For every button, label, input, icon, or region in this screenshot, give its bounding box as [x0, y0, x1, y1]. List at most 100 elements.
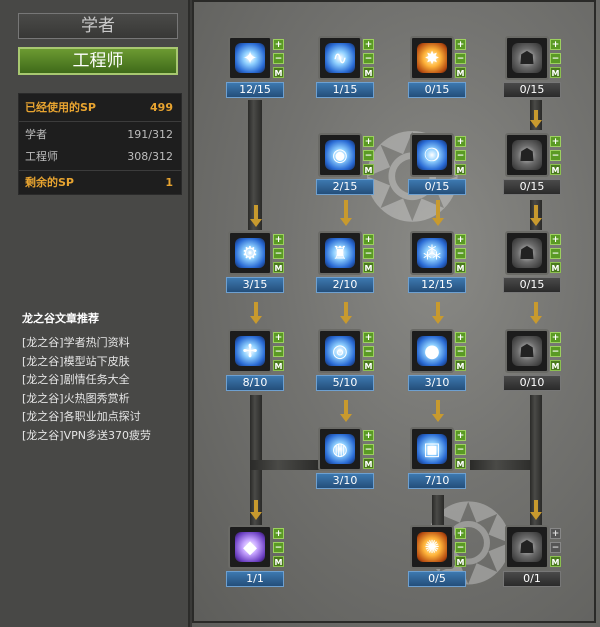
skill-node[interactable]: ● + − M 3/10 [408, 329, 468, 392]
minus-button[interactable]: − [363, 248, 374, 259]
skill-slot[interactable]: ∿ [318, 36, 362, 80]
max-button[interactable]: M [455, 164, 466, 175]
recommend-link[interactable]: [龙之谷]模型站下皮肤 [22, 353, 151, 372]
minus-button[interactable]: − [455, 346, 466, 357]
skill-slot[interactable]: ▣ [410, 427, 454, 471]
minus-button[interactable]: − [273, 53, 284, 64]
recommend-link[interactable]: [龙之谷]各职业加点探讨 [22, 408, 151, 427]
recommend-link[interactable]: [龙之谷]剧情任务大全 [22, 371, 151, 390]
minus-button[interactable]: − [273, 248, 284, 259]
skill-slot[interactable]: ✺ [410, 525, 454, 569]
plus-button[interactable]: + [363, 234, 374, 245]
max-button[interactable]: M [273, 262, 284, 273]
skill-node[interactable]: ☗ + − M 0/1 [503, 525, 563, 588]
max-button[interactable]: M [550, 67, 561, 78]
skill-slot[interactable]: ☗ [505, 231, 549, 275]
max-button[interactable]: M [455, 458, 466, 469]
skill-slot[interactable]: ☗ [505, 525, 549, 569]
skill-node[interactable]: ⚙ + − M 3/15 [226, 231, 286, 294]
minus-button[interactable]: − [455, 150, 466, 161]
skill-slot[interactable]: ☗ [505, 133, 549, 177]
skill-node[interactable]: ✦ + − M 12/15 [226, 36, 286, 99]
plus-button[interactable]: + [273, 528, 284, 539]
skill-node[interactable]: ✺ + − M 0/5 [408, 525, 468, 588]
plus-button[interactable]: + [273, 39, 284, 50]
max-button[interactable]: M [273, 360, 284, 371]
plus-button[interactable]: + [363, 39, 374, 50]
max-button[interactable]: M [363, 67, 374, 78]
plus-button[interactable]: + [550, 39, 561, 50]
skill-slot[interactable]: ● [410, 329, 454, 373]
skill-node[interactable]: ☗ + − M 0/15 [503, 231, 563, 294]
max-button[interactable]: M [363, 262, 374, 273]
skill-slot[interactable]: ❍ [410, 133, 454, 177]
max-button[interactable]: M [455, 262, 466, 273]
max-button[interactable]: M [455, 556, 466, 567]
plus-button[interactable]: + [455, 39, 466, 50]
plus-button[interactable]: + [363, 430, 374, 441]
skill-node[interactable]: ▣ + − M 7/10 [408, 427, 468, 490]
minus-button[interactable]: − [550, 248, 561, 259]
minus-button[interactable]: − [550, 346, 561, 357]
skill-slot[interactable]: ☗ [505, 36, 549, 80]
skill-node[interactable]: ◎ + − M 5/10 [316, 329, 376, 392]
max-button[interactable]: M [455, 67, 466, 78]
recommend-link[interactable]: [龙之谷]学者热门资料 [22, 334, 151, 353]
skill-slot[interactable]: ⁂ [410, 231, 454, 275]
plus-button[interactable]: + [455, 430, 466, 441]
skill-node[interactable]: ☗ + − M 0/15 [503, 36, 563, 99]
max-button[interactable]: M [550, 556, 561, 567]
plus-button[interactable]: + [363, 136, 374, 147]
max-button[interactable]: M [550, 360, 561, 371]
skill-node[interactable]: ⁂ + − M 12/15 [408, 231, 468, 294]
skill-slot[interactable]: ◍ [318, 427, 362, 471]
minus-button[interactable]: − [363, 150, 374, 161]
minus-button[interactable]: − [550, 150, 561, 161]
skill-node[interactable]: ☗ + − M 0/10 [503, 329, 563, 392]
minus-button[interactable]: − [273, 542, 284, 553]
skill-node[interactable]: ◍ + − M 3/10 [316, 427, 376, 490]
max-button[interactable]: M [273, 556, 284, 567]
skill-slot[interactable]: ◉ [318, 133, 362, 177]
max-button[interactable]: M [363, 164, 374, 175]
minus-button[interactable]: − [550, 53, 561, 64]
plus-button[interactable]: + [550, 234, 561, 245]
minus-button[interactable]: − [363, 444, 374, 455]
max-button[interactable]: M [550, 164, 561, 175]
skill-node[interactable]: ◉ + − M 2/15 [316, 133, 376, 196]
minus-button[interactable]: − [550, 542, 561, 553]
minus-button[interactable]: − [455, 444, 466, 455]
skill-slot[interactable]: ✦ [228, 36, 272, 80]
skill-slot[interactable]: ◎ [318, 329, 362, 373]
max-button[interactable]: M [363, 360, 374, 371]
skill-node[interactable]: ♜ + − M 2/10 [316, 231, 376, 294]
skill-node[interactable]: ∿ + − M 1/15 [316, 36, 376, 99]
minus-button[interactable]: − [455, 53, 466, 64]
skill-slot[interactable]: ✸ [410, 36, 454, 80]
recommend-link[interactable]: [龙之谷]VPN多送370疲劳 [22, 427, 151, 446]
skill-node[interactable]: ❍ + − M 0/15 [408, 133, 468, 196]
minus-button[interactable]: − [455, 542, 466, 553]
plus-button[interactable]: + [550, 332, 561, 343]
skill-node[interactable]: ✢ + − M 8/10 [226, 329, 286, 392]
max-button[interactable]: M [550, 262, 561, 273]
plus-button[interactable]: + [455, 234, 466, 245]
minus-button[interactable]: − [363, 346, 374, 357]
skill-slot[interactable]: ☗ [505, 329, 549, 373]
plus-button[interactable]: + [363, 332, 374, 343]
plus-button[interactable]: + [455, 332, 466, 343]
plus-button[interactable]: + [550, 528, 561, 539]
max-button[interactable]: M [455, 360, 466, 371]
skill-slot[interactable]: ♜ [318, 231, 362, 275]
plus-button[interactable]: + [550, 136, 561, 147]
minus-button[interactable]: − [455, 248, 466, 259]
minus-button[interactable]: − [273, 346, 284, 357]
skill-slot[interactable]: ◆ [228, 525, 272, 569]
skill-node[interactable]: ✸ + − M 0/15 [408, 36, 468, 99]
max-button[interactable]: M [363, 458, 374, 469]
skill-slot[interactable]: ✢ [228, 329, 272, 373]
plus-button[interactable]: + [273, 332, 284, 343]
class-tab-engineer[interactable]: 工程师 [18, 47, 178, 75]
skill-node[interactable]: ☗ + − M 0/15 [503, 133, 563, 196]
class-tab-scholar[interactable]: 学者 [18, 13, 178, 39]
